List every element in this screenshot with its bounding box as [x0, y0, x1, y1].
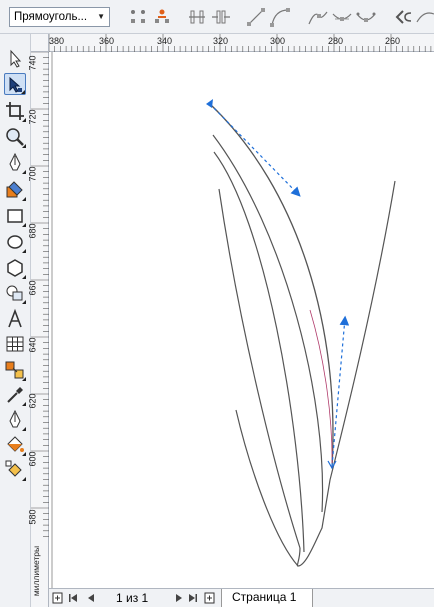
table-tool-icon: [6, 336, 24, 352]
smooth-node-icon[interactable]: [331, 6, 353, 28]
drawing-svg[interactable]: [49, 52, 434, 588]
interactive-fill-tool[interactable]: [4, 459, 26, 481]
basic-shapes-tool[interactable]: [4, 282, 26, 304]
flyout-indicator: [22, 402, 26, 406]
rectangle-tool[interactable]: [4, 205, 26, 227]
object-type-select[interactable]: Прямоуголь... ▼: [9, 7, 110, 27]
cusp-node-icon[interactable]: [307, 6, 329, 28]
ruler-h-label: 380: [49, 36, 65, 46]
join-nodes-icon[interactable]: [186, 6, 208, 28]
ruler-h-label: 280: [328, 36, 344, 46]
ruler-units: миллиметры: [31, 540, 49, 607]
flyout-indicator: [22, 275, 26, 279]
text-tool[interactable]: [4, 308, 26, 330]
last-page-icon[interactable]: [188, 593, 198, 603]
eyedropper-tool[interactable]: [4, 384, 26, 406]
page-tab-label: Страница 1: [232, 590, 297, 604]
previous-page-icon[interactable]: [86, 593, 96, 603]
chevron-down-icon: ▼: [97, 12, 105, 21]
ruler-origin[interactable]: [31, 34, 49, 52]
flyout-indicator: [22, 300, 26, 304]
add-page-after-icon[interactable]: [204, 592, 216, 604]
zoom-tool[interactable]: [4, 126, 26, 148]
freehand-tool[interactable]: [4, 152, 26, 174]
next-page-icon[interactable]: [174, 593, 184, 603]
ruler-units-label: миллиметры: [31, 545, 42, 597]
ruler-h-label: 300: [270, 36, 286, 46]
ruler-v-label: 600: [27, 451, 38, 467]
flyout-indicator: [22, 477, 26, 481]
page-counter: 1 из 1: [116, 591, 149, 605]
first-page-icon[interactable]: [68, 593, 78, 603]
flyout-indicator: [22, 197, 26, 201]
flyout-indicator: [22, 170, 26, 174]
ruler-v-label: 580: [27, 509, 38, 525]
add-node-icon[interactable]: [127, 6, 149, 28]
shape-tool[interactable]: [4, 73, 26, 95]
ruler-v-label: 640: [27, 337, 38, 353]
curve-path[interactable]: [235, 409, 299, 567]
polygon-tool[interactable]: [4, 257, 26, 279]
break-curve-icon[interactable]: [210, 6, 232, 28]
ruler-h-label: 340: [157, 36, 173, 46]
ruler-v-label: 700: [27, 166, 38, 182]
flyout-indicator: [22, 377, 26, 381]
outline-tool[interactable]: [4, 409, 26, 431]
reverse-direction-icon[interactable]: [393, 6, 415, 28]
pick-tool-icon: [10, 49, 22, 68]
ruler-h-label: 260: [385, 36, 401, 46]
ruler-h-label: 360: [99, 36, 115, 46]
selected-curve-path[interactable]: [209, 103, 334, 469]
vertical-ruler[interactable]: 740 720 700 680 660 640 620 600 580: [27, 52, 49, 588]
object-type-label: Прямоуголь...: [14, 11, 88, 23]
smart-fill-tool[interactable]: [4, 179, 26, 201]
symmetric-node-icon[interactable]: [355, 6, 377, 28]
ruler-v-label: 740: [27, 55, 38, 71]
flyout-indicator: [22, 144, 26, 148]
curve-path[interactable]: [218, 188, 301, 549]
add-page-before-icon[interactable]: [52, 592, 64, 604]
interactive-blend-tool[interactable]: [4, 359, 26, 381]
flyout-indicator: [22, 223, 26, 227]
page-navigation-bar: 1 из 1 Страница 1: [49, 588, 434, 607]
property-bar: Прямоуголь... ▼: [0, 0, 434, 34]
ruler-v-label: 620: [27, 393, 38, 409]
table-tool[interactable]: [4, 333, 26, 355]
curve-path[interactable]: [212, 134, 324, 513]
node-handle-icon[interactable]: [206, 99, 213, 108]
text-tool-icon: [8, 308, 22, 328]
ellipse-tool[interactable]: [4, 231, 26, 253]
to-line-icon[interactable]: [245, 6, 267, 28]
curve-path[interactable]: [296, 180, 396, 567]
flyout-indicator: [22, 427, 26, 431]
flyout-indicator: [22, 118, 26, 122]
ruler-h-label: 320: [213, 36, 229, 46]
page-tab[interactable]: Страница 1: [221, 589, 313, 607]
ruler-v-label: 720: [27, 109, 38, 125]
toolbox: [0, 34, 31, 607]
extend-curve-icon[interactable]: [414, 6, 434, 28]
flyout-indicator: [22, 452, 26, 456]
fill-tool[interactable]: [4, 434, 26, 456]
ruler-v-label: 660: [27, 280, 38, 296]
pick-tool[interactable]: [4, 48, 26, 70]
delete-node-icon[interactable]: [151, 6, 173, 28]
crop-tool[interactable]: [4, 100, 26, 122]
flyout-indicator: [21, 90, 25, 94]
drawing-canvas[interactable]: [49, 52, 434, 588]
to-curve-icon[interactable]: [269, 6, 291, 28]
ruler-v-label: 680: [27, 223, 38, 239]
flyout-indicator: [22, 249, 26, 253]
vertical-ruler-ticks: [31, 52, 49, 588]
horizontal-ruler[interactable]: 380 360 340 320 300 280 260: [49, 34, 434, 52]
